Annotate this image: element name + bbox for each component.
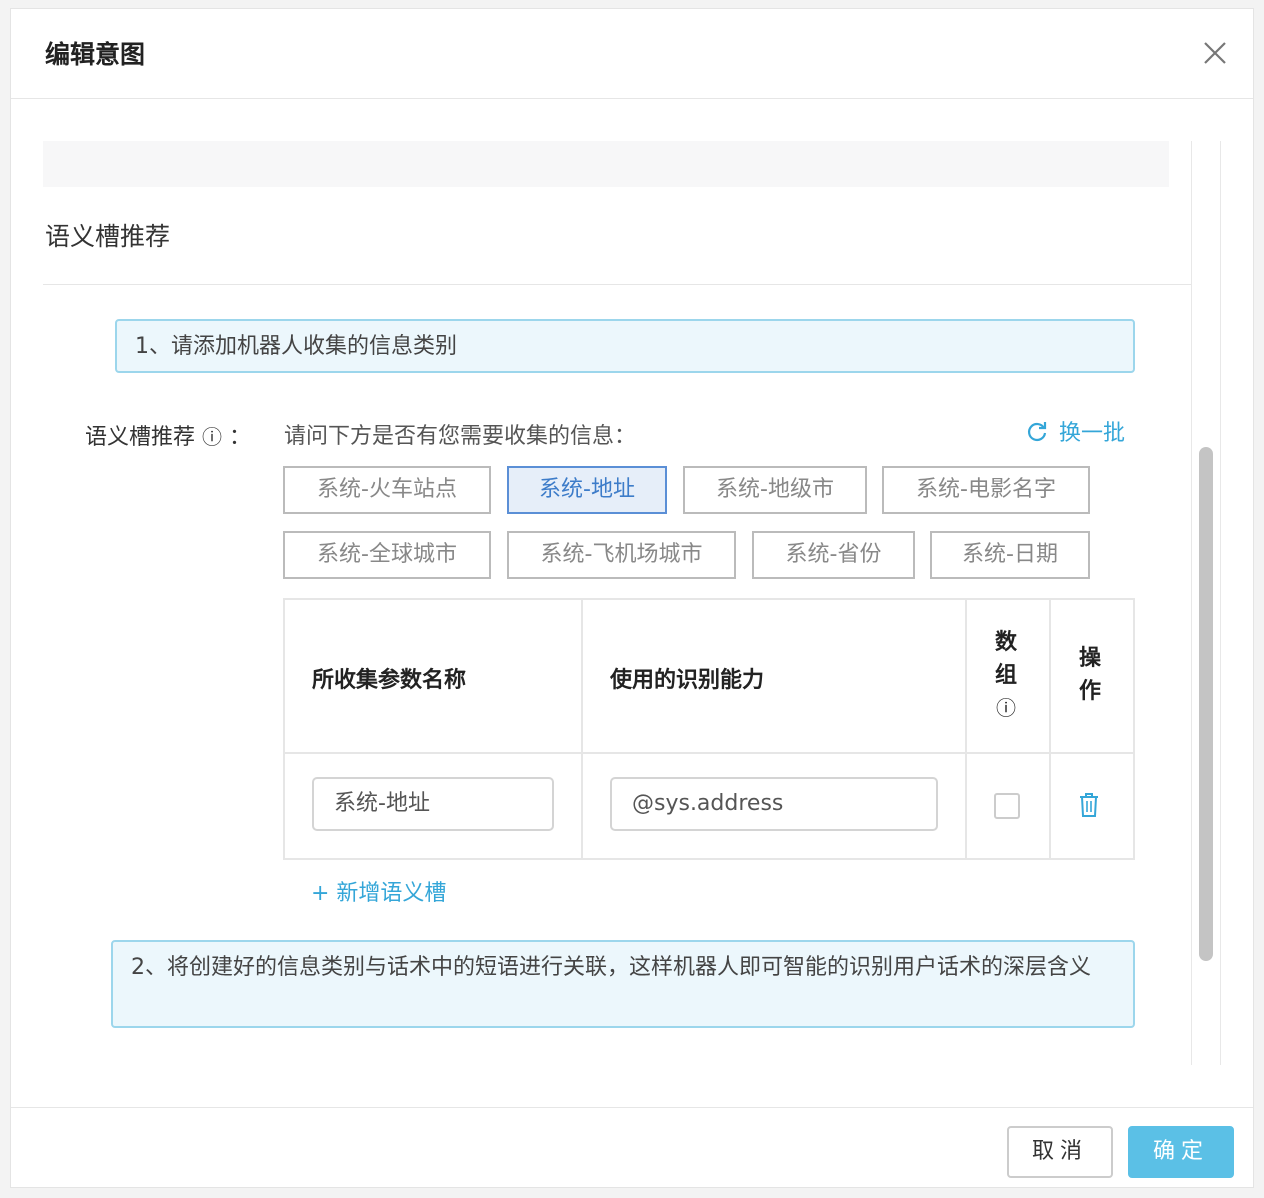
slot-recommend-label-text: 语义槽推荐 — [85, 425, 196, 450]
collapsed-section-strip — [43, 141, 1169, 187]
add-slot-button[interactable]: + 新增语义槽 — [311, 875, 446, 907]
step2-hint: 2、将创建好的信息类别与话术中的短语进行关联，这样机器人即可智能的识别用户话术的… — [111, 940, 1135, 1028]
refresh-batch-button[interactable]: 换一批 — [1025, 415, 1125, 447]
slot-recommend-question: 请问下方是否有您需要收集的信息： — [284, 424, 637, 449]
header-array-char2: 组 — [994, 663, 1017, 688]
slot-params-table: 所收集参数名称 使用的识别能力 数 组 ⓘ 操 作 系统-地址 @sys.add… — [283, 598, 1135, 860]
header-op-char1: 操 — [1078, 646, 1101, 671]
table-row-divider — [285, 752, 1133, 754]
edit-intent-dialog: 编辑意图 语义槽推荐 1、请添加机器人收集的信息类别 语义槽推荐 ⓘ ： 请问下… — [10, 8, 1254, 1188]
slot-tag[interactable]: 系统-电影名字 — [882, 466, 1090, 514]
section-title: 语义槽推荐 — [45, 222, 171, 251]
table-col-divider — [1049, 600, 1051, 858]
param-name-input[interactable]: 系统-地址 — [312, 777, 554, 831]
header-operation: 操 作 — [1075, 642, 1105, 708]
ability-input[interactable]: @sys.address — [610, 777, 938, 831]
slot-tag[interactable]: 系统-全球城市 — [283, 531, 491, 579]
table-col-divider — [965, 600, 967, 858]
info-icon[interactable]: ⓘ — [202, 425, 222, 449]
slot-tag[interactable]: 系统-省份 — [752, 531, 915, 579]
footer-divider — [11, 1107, 1253, 1108]
trash-icon[interactable] — [1077, 791, 1101, 819]
header-array-char1: 数 — [994, 630, 1017, 655]
slot-tag-selected[interactable]: 系统-地址 — [507, 466, 667, 514]
scrollbar-thumb[interactable] — [1199, 447, 1213, 961]
dialog-title: 编辑意图 — [45, 40, 146, 69]
confirm-button[interactable]: 确定 — [1128, 1126, 1234, 1178]
step1-hint: 1、请添加机器人收集的信息类别 — [115, 319, 1135, 373]
slot-tag[interactable]: 系统-火车站点 — [283, 466, 491, 514]
label-colon: ： — [229, 425, 252, 450]
slot-recommend-label: 语义槽推荐 ⓘ ： — [85, 419, 251, 451]
refresh-batch-label: 换一批 — [1059, 421, 1126, 446]
section-divider — [43, 284, 1191, 285]
slot-tag[interactable]: 系统-地级市 — [683, 466, 867, 514]
header-param-name: 所收集参数名称 — [312, 668, 467, 693]
header-op-char2: 作 — [1078, 679, 1101, 704]
slot-tag[interactable]: 系统-飞机场城市 — [507, 531, 736, 579]
refresh-icon — [1027, 422, 1047, 442]
header-array: 数 组 ⓘ — [991, 626, 1021, 725]
array-checkbox[interactable] — [994, 793, 1020, 819]
close-icon[interactable] — [1201, 39, 1229, 67]
slot-tag[interactable]: 系统-日期 — [930, 531, 1090, 579]
info-icon[interactable]: ⓘ — [991, 692, 1021, 725]
table-col-divider — [581, 600, 583, 858]
header-ability: 使用的识别能力 — [610, 668, 765, 693]
cancel-button[interactable]: 取消 — [1007, 1126, 1113, 1178]
dialog-header: 编辑意图 — [11, 9, 1253, 99]
